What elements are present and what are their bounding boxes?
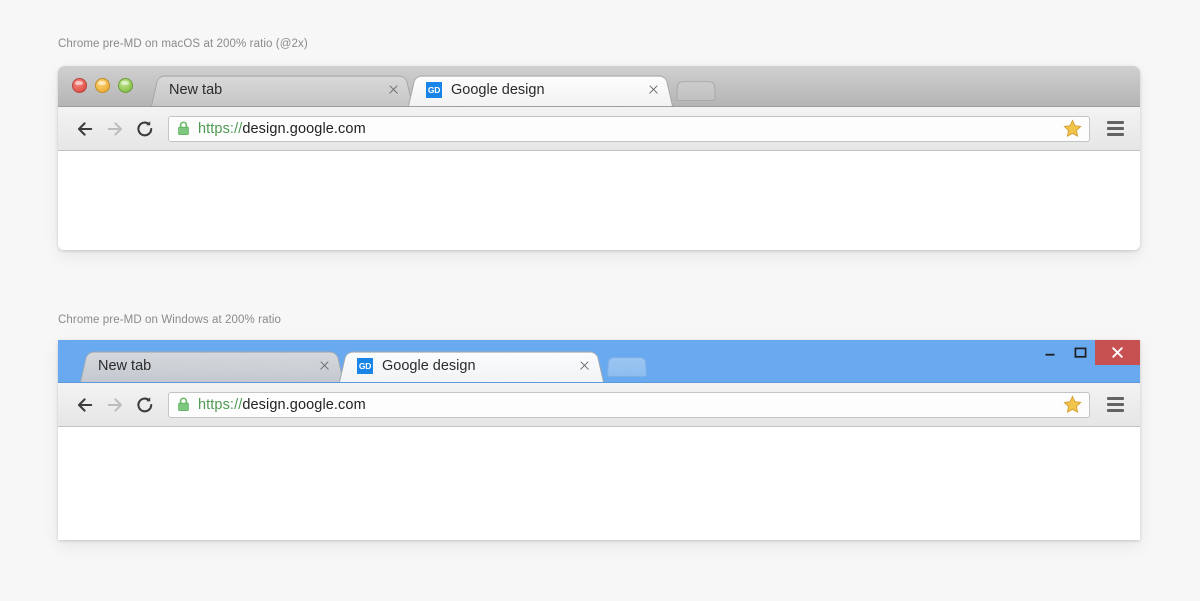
back-button[interactable] [70,390,100,420]
back-arrow-icon [75,119,95,139]
lock-icon [177,397,190,412]
url-scheme: https:// [198,121,242,137]
hamburger-menu-icon-line [1107,127,1124,130]
address-bar[interactable]: https://design.google.com [168,116,1090,142]
back-button[interactable] [70,114,100,144]
browser-window-windows: New tab GD Google design [58,340,1140,540]
hamburger-menu-icon-line [1107,121,1124,124]
tab-close-icon[interactable] [576,358,592,374]
bookmark-star-button[interactable] [1061,394,1083,416]
browser-toolbar-windows: https://design.google.com [58,383,1140,427]
url-text: https://design.google.com [198,121,1057,137]
tab-title: Google design [451,82,637,98]
tab-title: New tab [169,82,377,98]
tab-close-icon[interactable] [316,358,332,374]
new-tab-button[interactable] [607,356,647,377]
hamburger-menu-icon-line [1107,133,1124,136]
tab-new-tab[interactable]: New tab [80,350,344,382]
tab-content: GD Google design [339,350,604,382]
google-design-favicon-icon: GD [426,82,442,98]
lock-icon [177,121,190,136]
tab-close-icon[interactable] [645,82,661,98]
minimize-icon [1044,347,1056,359]
close-button[interactable] [1095,340,1140,365]
hamburger-menu-icon-line [1107,397,1124,400]
chrome-menu-button[interactable] [1102,392,1128,418]
forward-arrow-icon [105,119,125,139]
tab-strip-windows: New tab GD Google design [58,340,1140,383]
url-host: design.google.com [242,397,365,413]
tab-content: New tab [151,74,413,106]
back-arrow-icon [75,395,95,415]
maximize-traffic-light[interactable] [118,78,133,93]
bookmark-star-button[interactable] [1061,118,1083,140]
tab-strip-macos: New tab GD Google design [58,66,1140,107]
star-icon [1063,395,1082,414]
page-viewport-windows [58,427,1140,540]
hamburger-menu-icon-line [1107,409,1124,412]
maximize-button[interactable] [1065,340,1095,365]
url-scheme: https:// [198,397,242,413]
hamburger-menu-icon-line [1107,403,1124,406]
chrome-menu-button[interactable] [1102,116,1128,142]
close-traffic-light[interactable] [72,78,87,93]
caption-macos: Chrome pre-MD on macOS at 200% ratio (@2… [58,38,308,50]
browser-window-macos: New tab GD Google design [58,66,1140,250]
forward-button[interactable] [100,114,130,144]
close-icon [1111,346,1124,359]
tab-google-design[interactable]: GD Google design [408,74,673,106]
windows-window-controls [1035,340,1140,365]
minimize-traffic-light[interactable] [95,78,110,93]
forward-arrow-icon [105,395,125,415]
minimize-button[interactable] [1035,340,1065,365]
tab-google-design[interactable]: GD Google design [339,350,604,382]
tab-new-tab[interactable]: New tab [151,74,413,106]
tab-title: Google design [382,358,568,374]
star-icon [1063,119,1082,138]
browser-toolbar-macos: https://design.google.com [58,107,1140,151]
tab-close-icon[interactable] [385,82,401,98]
caption-windows: Chrome pre-MD on Windows at 200% ratio [58,314,281,326]
maximize-icon [1074,346,1087,359]
reload-icon [135,395,155,415]
address-bar[interactable]: https://design.google.com [168,392,1090,418]
page-viewport-macos [58,151,1140,250]
mac-window-controls [72,78,133,93]
google-design-favicon-icon: GD [357,358,373,374]
new-tab-button-shape [607,357,647,377]
tab-title: New tab [98,358,308,374]
tab-content: GD Google design [408,74,673,106]
new-tab-button[interactable] [676,80,716,101]
url-host: design.google.com [242,121,365,137]
reload-icon [135,119,155,139]
url-text: https://design.google.com [198,397,1057,413]
tab-content: New tab [80,350,344,382]
new-tab-button-shape [676,81,716,101]
reload-button[interactable] [130,114,160,144]
reload-button[interactable] [130,390,160,420]
forward-button[interactable] [100,390,130,420]
